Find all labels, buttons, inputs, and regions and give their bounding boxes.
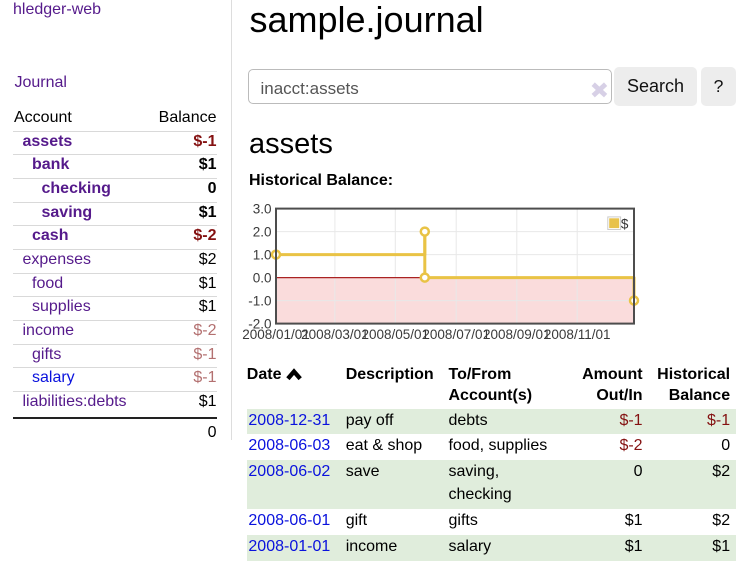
svg-text:2008/01/01: 2008/01/01	[242, 327, 310, 342]
svg-text:0.0: 0.0	[253, 270, 272, 285]
svg-text:2008/05/01: 2008/05/01	[362, 327, 430, 342]
svg-text:2008/11/01: 2008/11/01	[544, 327, 611, 342]
svg-text:2.0: 2.0	[253, 224, 272, 239]
svg-text:2008/09/01: 2008/09/01	[483, 327, 551, 342]
svg-text:$: $	[621, 216, 629, 231]
svg-text:3.0: 3.0	[253, 201, 272, 216]
svg-text:2008/03/01: 2008/03/01	[301, 327, 369, 342]
svg-text:1.0: 1.0	[253, 247, 272, 262]
svg-text:-1.0: -1.0	[248, 293, 271, 308]
svg-text:2008/07/01: 2008/07/01	[422, 327, 490, 342]
